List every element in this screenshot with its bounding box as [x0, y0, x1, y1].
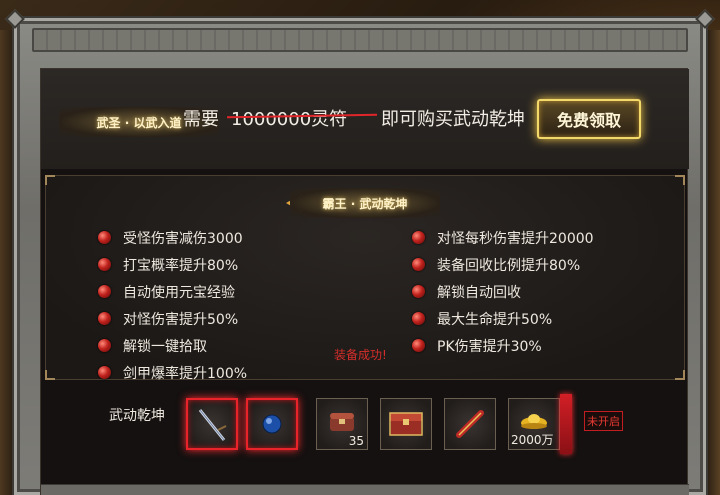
effect-text: 最大生命提升50%	[437, 311, 553, 328]
effect-text: 装备回收比例提升80%	[437, 257, 581, 274]
item-slot[interactable]: 2000万	[508, 398, 560, 450]
red-orb-icon	[412, 258, 425, 271]
red-orb-icon	[98, 231, 111, 244]
effect-text: PK伤害提升30%	[437, 338, 542, 355]
box-corner	[45, 175, 55, 185]
sword-icon	[198, 409, 227, 441]
effect-text: 解锁自动回收	[437, 284, 521, 301]
item-quantity: 2000万	[511, 433, 554, 447]
effect-text: 打宝概率提升80%	[123, 257, 239, 274]
red-orb-icon	[98, 366, 111, 379]
need-label: 需要	[183, 109, 219, 130]
free-claim-button[interactable]: 免费领取	[537, 99, 641, 139]
red-orb-icon	[98, 258, 111, 271]
red-orb-icon	[412, 339, 425, 352]
effect-item: PK伤害提升30%	[412, 332, 594, 359]
effect-item: 装备回收比例提升80%	[412, 251, 594, 278]
effect-text: 对怪每秒伤害提升20000	[437, 230, 594, 247]
item-slot[interactable]	[186, 398, 238, 450]
original-price: 1000000灵符	[231, 109, 348, 130]
panel-bottom-border	[41, 484, 689, 495]
item-slot[interactable]: 35	[316, 398, 368, 450]
effect-item: 解锁一键拾取	[98, 332, 247, 359]
item-slot[interactable]	[380, 398, 432, 450]
box-corner	[675, 370, 685, 380]
red-orb-icon	[98, 312, 111, 325]
effects-box: 霸王 · 武动乾坤 受怪伤害减伤3000 打宝概率提升80% 自动使用元宝经验 …	[45, 175, 685, 382]
effect-text: 自动使用元宝经验	[123, 284, 235, 301]
effects-left-column: 受怪伤害减伤3000 打宝概率提升80% 自动使用元宝经验 对怪伤害提升50% …	[98, 224, 247, 386]
red-orb-icon	[98, 285, 111, 298]
effect-text: 解锁一键拾取	[123, 338, 207, 355]
effect-item: 自动使用元宝经验	[98, 278, 247, 305]
effect-text: 对怪伤害提升50%	[123, 311, 239, 328]
red-orb-icon	[412, 231, 425, 244]
effect-item: 对怪每秒伤害提升20000	[412, 224, 594, 251]
effect-item: 解锁自动回收	[412, 278, 594, 305]
effects-title-badge: 霸王 · 武动乾坤	[290, 188, 440, 218]
buy-description: 即可购买武动乾坤	[381, 109, 525, 130]
effect-text: 受怪伤害减伤3000	[123, 230, 243, 247]
item-quantity: 35	[348, 434, 364, 448]
red-orb-icon	[412, 312, 425, 325]
item-slot-partial[interactable]	[560, 394, 572, 454]
equip-success-message: 装备成功!	[334, 348, 387, 362]
effect-item: 打宝概率提升80%	[98, 251, 247, 278]
effect-text: 剑甲爆率提升100%	[123, 365, 248, 382]
frame-top-bar	[32, 28, 688, 52]
item-slot[interactable]	[246, 398, 298, 450]
locked-badge: 未开启	[584, 411, 623, 431]
effect-item: 最大生命提升50%	[412, 305, 594, 332]
effect-item: 对怪伤害提升50%	[98, 305, 247, 332]
purchase-header: 武圣 · 以武入道 需要 1000000灵符 即可购买武动乾坤 免费领取	[41, 69, 689, 169]
red-orb-icon	[98, 339, 111, 352]
scroll-icon	[456, 410, 484, 438]
main-panel: 武圣 · 以武入道 需要 1000000灵符 即可购买武动乾坤 免费领取 霸王 …	[40, 68, 689, 495]
scene-right-edge	[708, 30, 720, 495]
effect-item: 受怪伤害减伤3000	[98, 224, 247, 251]
scene-left-edge	[0, 30, 12, 495]
items-row-label: 武动乾坤	[109, 408, 165, 424]
treasure-box-icon	[389, 412, 423, 436]
item-slot[interactable]	[444, 398, 496, 450]
effect-item: 剑甲爆率提升100%	[98, 359, 247, 386]
box-corner	[675, 175, 685, 185]
red-orb-icon	[412, 285, 425, 298]
box-corner	[45, 370, 55, 380]
effects-right-column: 对怪每秒伤害提升20000 装备回收比例提升80% 解锁自动回收 最大生命提升5…	[412, 224, 594, 359]
orb-icon	[262, 414, 282, 434]
